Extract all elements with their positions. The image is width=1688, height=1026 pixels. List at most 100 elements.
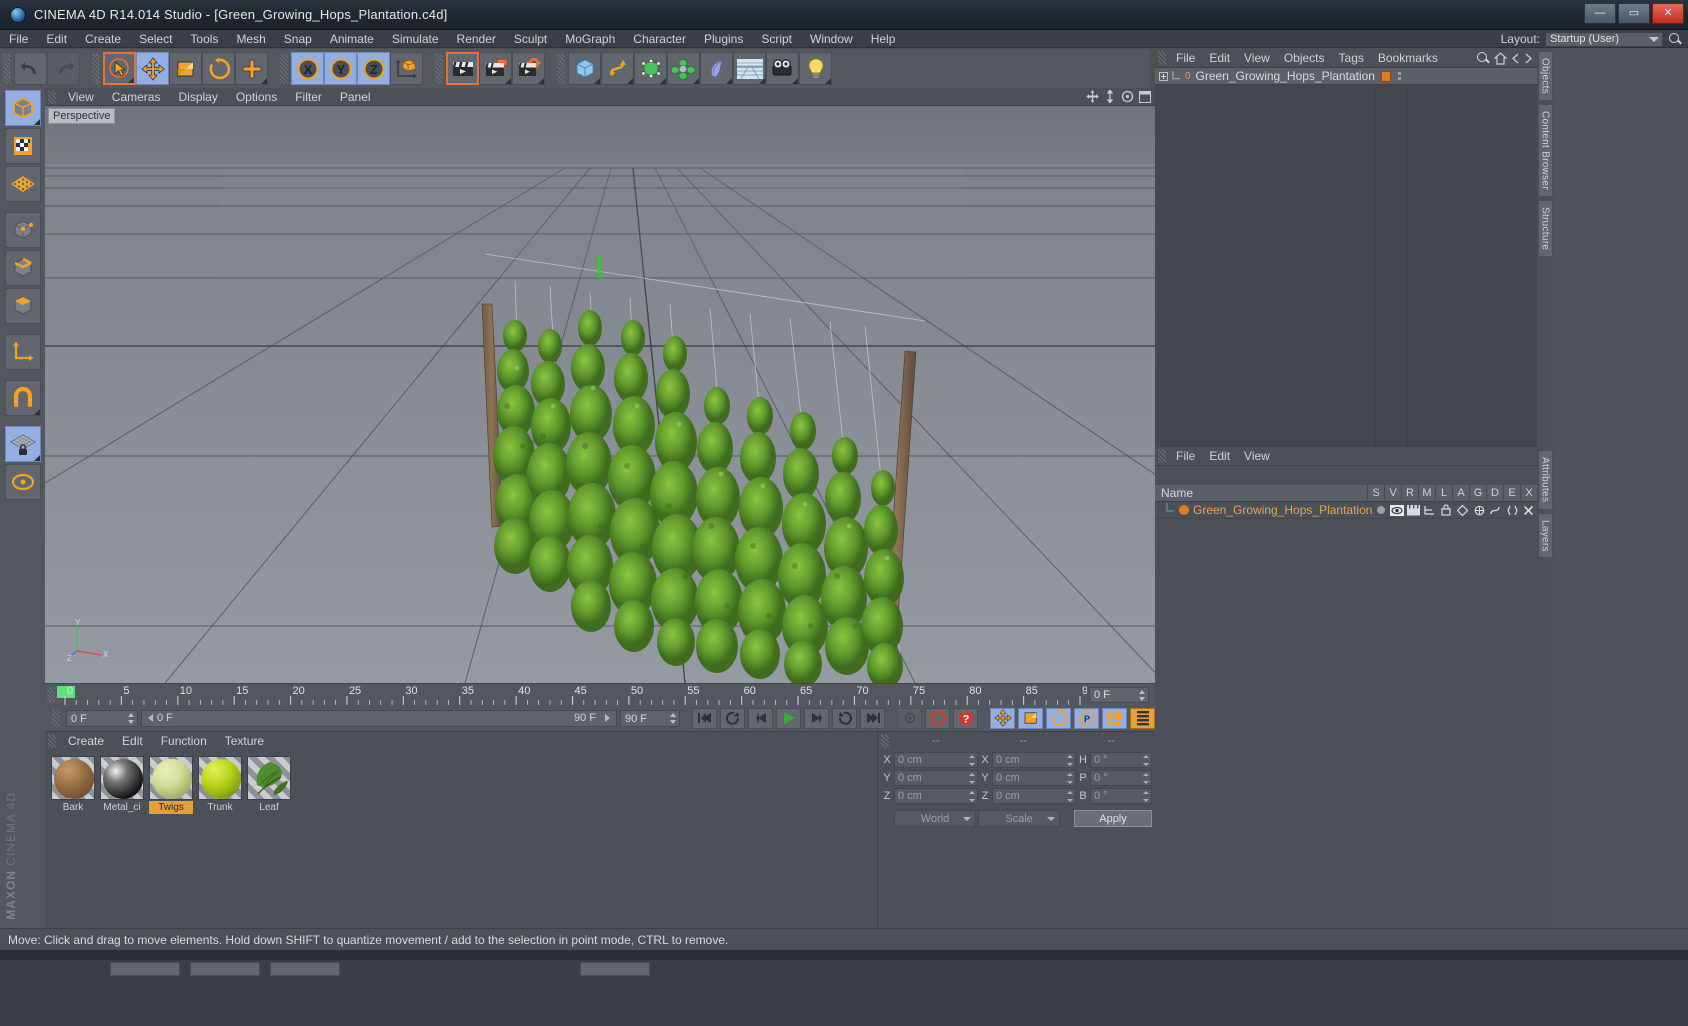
object-manager-tree[interactable]: 0 Green_Growing_Hops_Plantation	[1155, 68, 1538, 466]
layer-column-x[interactable]: X	[1520, 484, 1537, 502]
add-deformer-button[interactable]	[700, 52, 733, 85]
tab-objects[interactable]: Objects	[1537, 51, 1553, 102]
tab-content-browser[interactable]: Content Browser	[1537, 104, 1553, 197]
timeline-toggle-button[interactable]	[1130, 707, 1155, 729]
tab-layers[interactable]: Layers	[1537, 512, 1553, 559]
material-swatch[interactable]	[198, 756, 242, 800]
magnifier-icon[interactable]	[1668, 32, 1682, 46]
polygon-mode-button[interactable]	[4, 288, 41, 324]
key-position-button[interactable]	[990, 707, 1015, 729]
home-icon[interactable]	[1494, 51, 1507, 65]
material-item-bark[interactable]: Bark	[51, 756, 95, 814]
apply-button[interactable]: Apply	[1074, 810, 1152, 827]
play-button[interactable]	[776, 707, 801, 729]
rotation-b-input[interactable]: 0 °	[1090, 788, 1152, 804]
rotate-tool-button[interactable]	[202, 52, 235, 85]
layer-column-m[interactable]: M	[1418, 484, 1435, 502]
layer-generator-cell[interactable]	[1471, 502, 1487, 519]
add-environment-button[interactable]	[733, 52, 766, 85]
menu-create[interactable]: Create	[76, 30, 130, 48]
maximize-viewport-icon[interactable]	[1139, 90, 1151, 103]
menu-mesh[interactable]: Mesh	[227, 30, 274, 48]
object-menu-edit[interactable]: Edit	[1202, 49, 1237, 68]
add-array-button[interactable]	[667, 52, 700, 85]
layer-render-cell[interactable]	[1405, 502, 1421, 519]
record-keyframe-button[interactable]	[897, 707, 922, 729]
spinner-icon[interactable]	[969, 755, 975, 766]
material-tag-icon[interactable]	[1380, 70, 1392, 82]
key-pla-button[interactable]	[1102, 707, 1127, 729]
material-item-metal[interactable]: Metal_ci	[100, 756, 144, 814]
timeline-grip[interactable]	[47, 686, 55, 703]
spinner-icon[interactable]	[969, 791, 975, 802]
layer-visibility-cell[interactable]	[1389, 502, 1405, 519]
position-z-input[interactable]: 0 cm	[894, 788, 978, 804]
add-light-button[interactable]	[799, 52, 832, 85]
object-menu-view[interactable]: View	[1237, 49, 1277, 68]
tab-attributes[interactable]: Attributes	[1537, 450, 1553, 510]
layer-manager-cell[interactable]	[1422, 502, 1438, 519]
undo-button[interactable]	[14, 52, 47, 85]
range-left-arrow-icon[interactable]	[148, 714, 153, 722]
toolbar-grip-2[interactable]	[92, 53, 100, 84]
coordinates-grip[interactable]	[881, 734, 889, 748]
add-tool-button[interactable]	[235, 52, 268, 85]
toolbar-grip-5[interactable]	[557, 53, 565, 84]
viewport-menu-display[interactable]: Display	[169, 88, 226, 106]
object-menu-objects[interactable]: Objects	[1277, 49, 1332, 68]
menu-window[interactable]: Window	[801, 30, 862, 48]
maximize-button[interactable]: ▭	[1618, 3, 1650, 24]
add-nurbs-button[interactable]	[634, 52, 667, 85]
spinner-icon[interactable]	[1143, 773, 1149, 784]
viewport-grip[interactable]	[48, 89, 56, 104]
layer-column-a[interactable]: A	[1452, 484, 1469, 502]
menu-character[interactable]: Character	[624, 30, 695, 48]
redo-button[interactable]	[47, 52, 80, 85]
layer-table-row[interactable]: Green_Growing_Hops_Plantation	[1155, 502, 1537, 519]
material-swatch[interactable]	[51, 756, 95, 800]
material-menu-edit[interactable]: Edit	[113, 732, 152, 750]
world-object-coord-button[interactable]	[390, 52, 423, 85]
spinner-icon[interactable]	[670, 712, 677, 724]
render-settings-button[interactable]	[512, 52, 545, 85]
play-forward-loop-button[interactable]	[832, 707, 857, 729]
material-manager-grip[interactable]	[48, 734, 56, 748]
toolbar-grip-3[interactable]	[280, 53, 288, 84]
go-to-end-button[interactable]	[860, 707, 885, 729]
autokey-button[interactable]	[925, 707, 950, 729]
keyframe-selection-button[interactable]: ?	[953, 707, 978, 729]
menu-render[interactable]: Render	[448, 30, 505, 48]
layer-animation-cell[interactable]	[1455, 502, 1471, 519]
spinner-icon[interactable]	[1143, 755, 1149, 766]
range-right-arrow-icon[interactable]	[605, 714, 610, 722]
tab-structure[interactable]: Structure	[1537, 200, 1553, 258]
select-tool-button[interactable]	[103, 52, 136, 85]
scale-tool-button[interactable]	[169, 52, 202, 85]
viewport-menu-cameras[interactable]: Cameras	[103, 88, 170, 106]
timeline-ruler[interactable]: 0 5 10 15 20 25 30 35 40 45 50 55 60 65 70 75 80 85 90 0 F	[45, 683, 1155, 705]
viewport-menu-view[interactable]: View	[59, 88, 103, 106]
taskbar-item[interactable]	[270, 962, 340, 976]
viewport-menu-options[interactable]: Options	[227, 88, 286, 106]
layer-expression-cell[interactable]	[1504, 502, 1520, 519]
magnifier-icon[interactable]	[1476, 51, 1490, 65]
attribute-menu-view[interactable]: View	[1237, 447, 1277, 466]
axis-mode-button[interactable]	[4, 334, 41, 370]
spinner-icon[interactable]	[128, 712, 135, 724]
size-z-input[interactable]: 0 cm	[992, 788, 1076, 804]
object-menu-bookmarks[interactable]: Bookmarks	[1371, 49, 1445, 68]
key-param-button[interactable]: P	[1074, 707, 1099, 729]
move-viewport-icon[interactable]	[1086, 90, 1099, 103]
render-region-button[interactable]	[479, 52, 512, 85]
spinner-icon[interactable]	[1143, 791, 1149, 802]
menu-help[interactable]: Help	[862, 30, 905, 48]
current-frame-field[interactable]: 0 F	[66, 709, 138, 727]
taskbar-item[interactable]	[110, 962, 180, 976]
position-x-input[interactable]: 0 cm	[894, 752, 978, 768]
layer-column-v[interactable]: V	[1384, 484, 1401, 502]
key-rotation-button[interactable]	[1046, 707, 1071, 729]
model-mode-button[interactable]	[4, 90, 41, 126]
move-tool-button[interactable]	[136, 52, 169, 85]
edge-mode-button[interactable]	[4, 250, 41, 286]
size-x-input[interactable]: 0 cm	[992, 752, 1076, 768]
